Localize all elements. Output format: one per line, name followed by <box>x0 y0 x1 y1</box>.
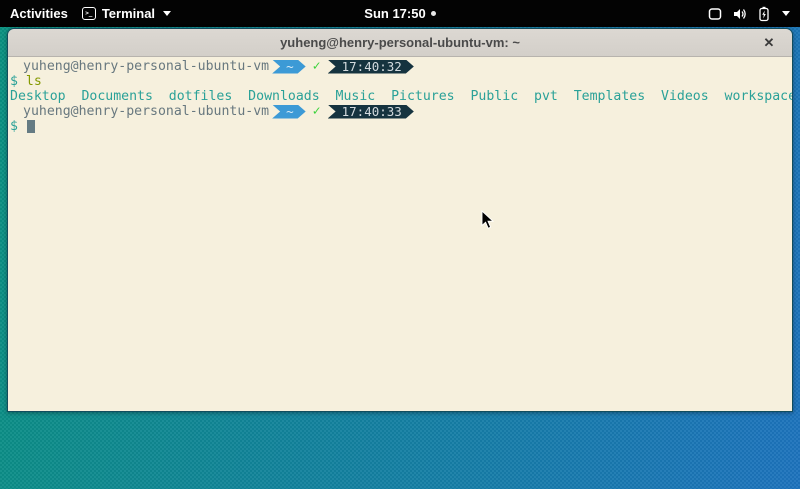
terminal-content[interactable]: yuheng@henry-personal-ubuntu-vm ~ ✓ 17:4… <box>8 57 792 411</box>
prompt-user-host: yuheng@henry-personal-ubuntu-vm <box>10 59 269 74</box>
close-button[interactable]: ✕ <box>758 32 780 54</box>
prompt-symbol: $ <box>10 74 18 89</box>
prompt-line-1: yuheng@henry-personal-ubuntu-vm ~ ✓ 17:4… <box>10 59 792 74</box>
window-title: yuheng@henry-personal-ubuntu-vm: ~ <box>280 35 520 50</box>
typed-command: ls <box>26 74 42 89</box>
system-status-area[interactable] <box>707 0 794 27</box>
battery-charging-icon <box>757 6 771 22</box>
activities-button[interactable]: Activities <box>10 6 68 21</box>
success-check-icon: ✓ <box>313 59 321 74</box>
desktop: { "topbar": { "activities_label": "Activ… <box>0 0 800 489</box>
powerline-time-badge: 17:40:33 <box>328 105 414 119</box>
powerline-dir-badge: ~ <box>272 60 306 74</box>
app-menu[interactable]: >_ Terminal <box>82 6 171 21</box>
success-check-icon: ✓ <box>313 104 321 119</box>
clock-label: Sun 17:50 <box>364 6 425 21</box>
text-cursor <box>27 120 35 133</box>
prompt-symbol: $ <box>10 119 18 134</box>
prompt-line-2: yuheng@henry-personal-ubuntu-vm ~ ✓ 17:4… <box>10 104 792 119</box>
command-line: $ ls <box>10 74 792 89</box>
prompt-user-host: yuheng@henry-personal-ubuntu-vm <box>10 104 269 119</box>
system-chevron-down-icon <box>782 11 790 16</box>
powerline-dir-badge: ~ <box>272 105 306 119</box>
terminal-icon: >_ <box>82 7 96 20</box>
screen-icon <box>707 6 723 22</box>
active-prompt-line[interactable]: $ <box>10 119 792 134</box>
powerline-time-badge: 17:40:32 <box>328 60 414 74</box>
mouse-cursor-icon <box>481 210 495 230</box>
top-bar: Activities >_ Terminal Sun 17:50 <box>0 0 800 27</box>
notification-dot-icon <box>431 11 436 16</box>
window-titlebar[interactable]: yuheng@henry-personal-ubuntu-vm: ~ ✕ <box>8 29 792 57</box>
chevron-down-icon <box>163 11 171 16</box>
ls-output: Desktop Documents dotfiles Downloads Mus… <box>10 89 792 104</box>
volume-icon <box>732 6 748 22</box>
terminal-window: yuheng@henry-personal-ubuntu-vm: ~ ✕ yuh… <box>7 28 793 412</box>
app-menu-label: Terminal <box>102 6 155 21</box>
